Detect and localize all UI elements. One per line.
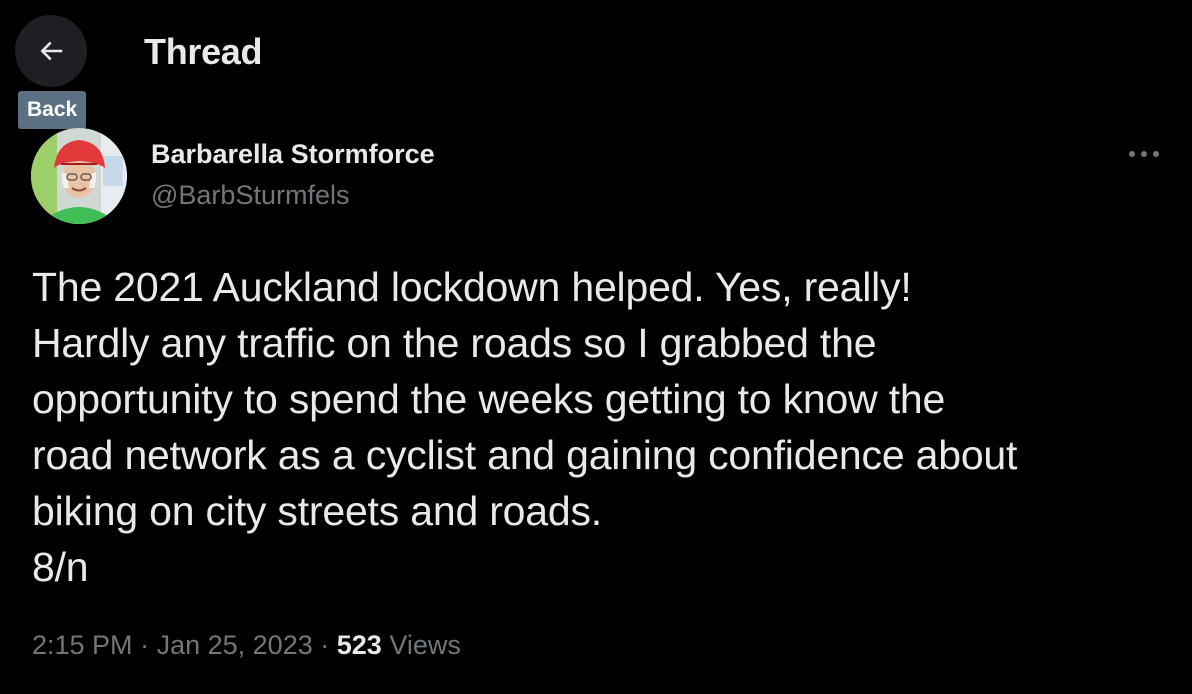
arrow-left-icon — [40, 41, 63, 61]
more-button[interactable] — [1122, 136, 1166, 172]
back-button[interactable] — [15, 15, 87, 87]
more-horizontal-icon — [1129, 151, 1159, 157]
author-handle[interactable]: @BarbSturmfels — [151, 178, 349, 212]
tweet-meta: 2:15 PM · Jan 25, 2023 · 523 Views — [32, 625, 461, 665]
views-count: 523 — [336, 630, 382, 660]
tweet-text: The 2021 Auckland lockdown helped. Yes, … — [32, 264, 1018, 590]
tweet-time[interactable]: 2:15 PM — [32, 630, 133, 660]
author-name[interactable]: Barbarella Stormforce — [151, 137, 435, 171]
page-title: Thread — [144, 31, 263, 72]
avatar[interactable] — [31, 128, 127, 224]
header: Back Thread — [0, 0, 1192, 129]
views-label: Views — [389, 630, 461, 660]
tweet-date[interactable]: Jan 25, 2023 — [157, 630, 313, 660]
avatar-image — [31, 128, 127, 224]
meta-separator: · — [140, 630, 150, 660]
meta-separator: · — [320, 630, 330, 660]
back-tooltip: Back — [18, 91, 87, 129]
